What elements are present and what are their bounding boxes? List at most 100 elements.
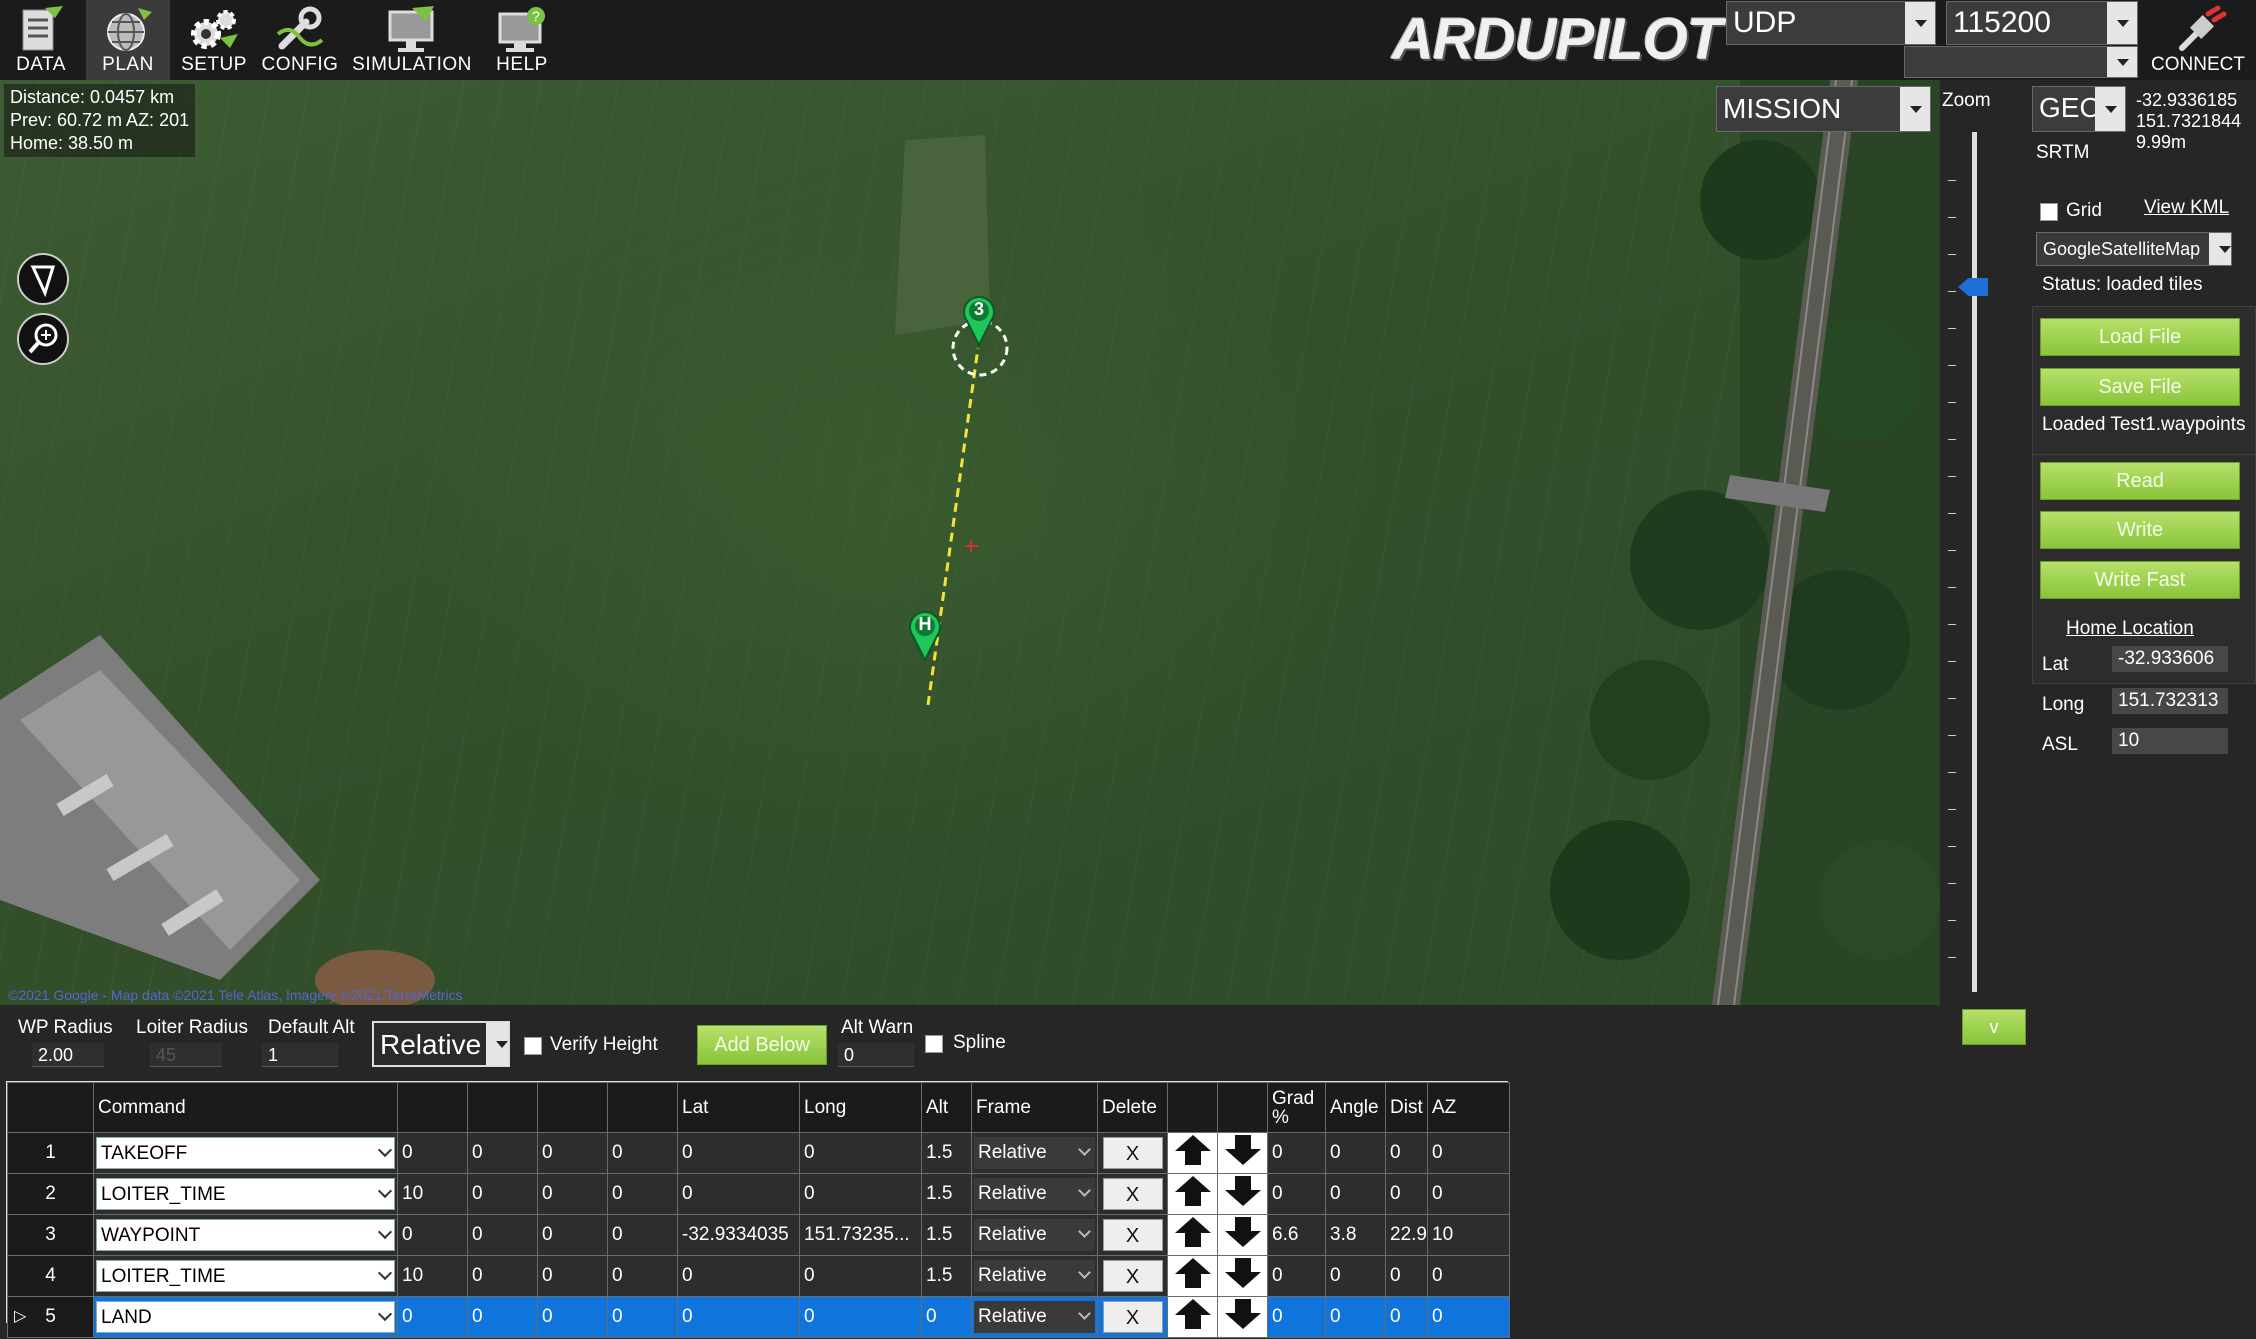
move-up-cell[interactable] (1167, 1132, 1218, 1174)
command-cell[interactable]: LOITER_TIME (93, 1173, 398, 1215)
frame-cell[interactable]: Relative (971, 1214, 1098, 1256)
move-up-cell[interactable] (1167, 1173, 1218, 1215)
lat-cell[interactable]: 0 (677, 1132, 800, 1174)
delete-row-button[interactable]: X (1102, 1219, 1163, 1251)
arrow-down-icon[interactable] (1223, 1256, 1263, 1290)
arrow-up-icon[interactable] (1173, 1256, 1213, 1290)
long-cell[interactable]: 0 (799, 1173, 922, 1215)
row-index[interactable]: 1 (7, 1132, 94, 1174)
write-waypoints-button[interactable]: Write (2040, 511, 2240, 549)
command-cell[interactable]: LAND (93, 1296, 398, 1338)
command-select[interactable]: LAND (96, 1301, 395, 1333)
long-cell[interactable]: 151.73235... (799, 1214, 922, 1256)
alt-cell[interactable]: 1.5 (921, 1132, 972, 1174)
move-down-cell[interactable] (1217, 1214, 1268, 1256)
command-select[interactable]: LOITER_TIME (96, 1260, 395, 1292)
param2-cell[interactable]: 0 (467, 1214, 538, 1256)
frame-select[interactable]: Relative (974, 1301, 1095, 1333)
command-select[interactable]: WAYPOINT (96, 1219, 395, 1251)
save-file-button[interactable]: Save File (2040, 368, 2240, 406)
write-fast-button[interactable]: Write Fast (2040, 561, 2240, 599)
command-cell[interactable]: TAKEOFF (93, 1132, 398, 1174)
param1-cell[interactable]: 0 (397, 1296, 468, 1338)
long-cell[interactable]: 0 (799, 1132, 922, 1174)
arrow-up-icon[interactable] (1173, 1215, 1213, 1249)
command-cell[interactable]: LOITER_TIME (93, 1255, 398, 1297)
col-header-delete[interactable]: Delete (1097, 1082, 1168, 1133)
arrow-down-icon[interactable] (1223, 1174, 1263, 1208)
command-cell[interactable]: WAYPOINT (93, 1214, 398, 1256)
param2-cell[interactable]: 0 (467, 1255, 538, 1297)
home-location-link[interactable]: Home Location (2066, 618, 2194, 640)
row-index[interactable]: 2 (7, 1173, 94, 1215)
read-waypoints-button[interactable]: Read (2040, 462, 2240, 500)
move-up-cell[interactable] (1167, 1296, 1218, 1338)
frame-select[interactable]: Relative (974, 1137, 1095, 1169)
param2-cell[interactable]: 0 (467, 1296, 538, 1338)
col-header-angle[interactable]: Angle (1325, 1082, 1386, 1133)
map-mode-select[interactable]: MISSION (1716, 86, 1931, 132)
table-row[interactable]: 4 LOITER_TIME 10 0 0 0 0 0 1.5 Relative … (7, 1255, 1510, 1297)
col-header-param2[interactable] (467, 1082, 538, 1133)
default-alt-input[interactable]: 1 (262, 1043, 338, 1067)
toolbar-plan-button[interactable]: PLAN (86, 0, 170, 80)
grid-checkbox[interactable] (2040, 203, 2058, 221)
toolbar-config-button[interactable]: CONFIG (258, 0, 342, 80)
col-header-frame[interactable]: Frame (971, 1082, 1098, 1133)
col-header-long[interactable]: Long (799, 1082, 922, 1133)
home-asl-input[interactable]: 10 (2112, 728, 2228, 754)
map-zoom-button[interactable] (17, 313, 69, 365)
param4-cell[interactable]: 0 (607, 1173, 678, 1215)
table-row[interactable]: 2 LOITER_TIME 10 0 0 0 0 0 1.5 Relative … (7, 1173, 1510, 1215)
delete-cell[interactable]: X (1097, 1255, 1168, 1297)
command-select[interactable]: TAKEOFF (96, 1137, 395, 1169)
home-marker[interactable]: H (907, 608, 943, 662)
param1-cell[interactable]: 10 (397, 1173, 468, 1215)
arrow-down-icon[interactable] (1223, 1297, 1263, 1331)
delete-cell[interactable]: X (1097, 1214, 1168, 1256)
map-provider-select[interactable]: GoogleSatelliteMap (2036, 232, 2232, 266)
connection-type-select[interactable]: UDP (1726, 1, 1936, 45)
add-below-button[interactable]: Add Below (697, 1025, 827, 1065)
param4-cell[interactable]: 0 (607, 1296, 678, 1338)
baud-rate-select[interactable]: 115200 (1946, 1, 2138, 45)
lat-cell[interactable]: 0 (677, 1255, 800, 1297)
long-cell[interactable]: 0 (799, 1296, 922, 1338)
connection-options-select[interactable] (1904, 46, 2138, 78)
col-header-az[interactable]: AZ (1427, 1082, 1510, 1133)
command-select[interactable]: LOITER_TIME (96, 1178, 395, 1210)
frame-cell[interactable]: Relative (971, 1132, 1098, 1174)
delete-row-button[interactable]: X (1102, 1301, 1163, 1333)
col-header-grad[interactable]: Grad % (1267, 1082, 1326, 1133)
delete-row-button[interactable]: X (1102, 1137, 1163, 1169)
param3-cell[interactable]: 0 (537, 1132, 608, 1174)
alt-cell[interactable]: 1.5 (921, 1214, 972, 1256)
param3-cell[interactable]: 0 (537, 1173, 608, 1215)
frame-cell[interactable]: Relative (971, 1255, 1098, 1297)
spline-checkbox[interactable] (925, 1035, 943, 1053)
delete-cell[interactable]: X (1097, 1173, 1168, 1215)
row-index[interactable]: ▷ 5 (7, 1296, 94, 1338)
delete-cell[interactable]: X (1097, 1132, 1168, 1174)
waypoint-marker-3[interactable]: 3 (961, 293, 997, 347)
map-ruler-button[interactable] (17, 253, 69, 305)
alt-cell[interactable]: 1.5 (921, 1255, 972, 1297)
col-header-lat[interactable]: Lat (677, 1082, 800, 1133)
move-up-cell[interactable] (1167, 1255, 1218, 1297)
arrow-up-icon[interactable] (1173, 1174, 1213, 1208)
toolbar-data-button[interactable]: DATA (0, 0, 82, 80)
zoom-slider-thumb[interactable] (1958, 278, 1988, 296)
delete-cell[interactable]: X (1097, 1296, 1168, 1338)
toolbar-simulation-button[interactable]: SIMULATION (346, 0, 478, 80)
map-view[interactable]: 3 H Distance: 0.0457 km Prev: 60.72 m AZ… (0, 80, 1940, 1005)
frame-select[interactable]: Relative (974, 1260, 1095, 1292)
table-row[interactable]: 1 TAKEOFF 0 0 0 0 0 0 1.5 Relative X 0 0… (7, 1132, 1510, 1174)
delete-row-button[interactable]: X (1102, 1260, 1163, 1292)
toolbar-setup-button[interactable]: SETUP (172, 0, 256, 80)
param1-cell[interactable]: 0 (397, 1214, 468, 1256)
param4-cell[interactable]: 0 (607, 1255, 678, 1297)
wp-radius-input[interactable]: 2.00 (32, 1043, 104, 1067)
col-header-param3[interactable] (537, 1082, 608, 1133)
alt-cell[interactable]: 1.5 (921, 1173, 972, 1215)
frame-cell[interactable]: Relative (971, 1173, 1098, 1215)
